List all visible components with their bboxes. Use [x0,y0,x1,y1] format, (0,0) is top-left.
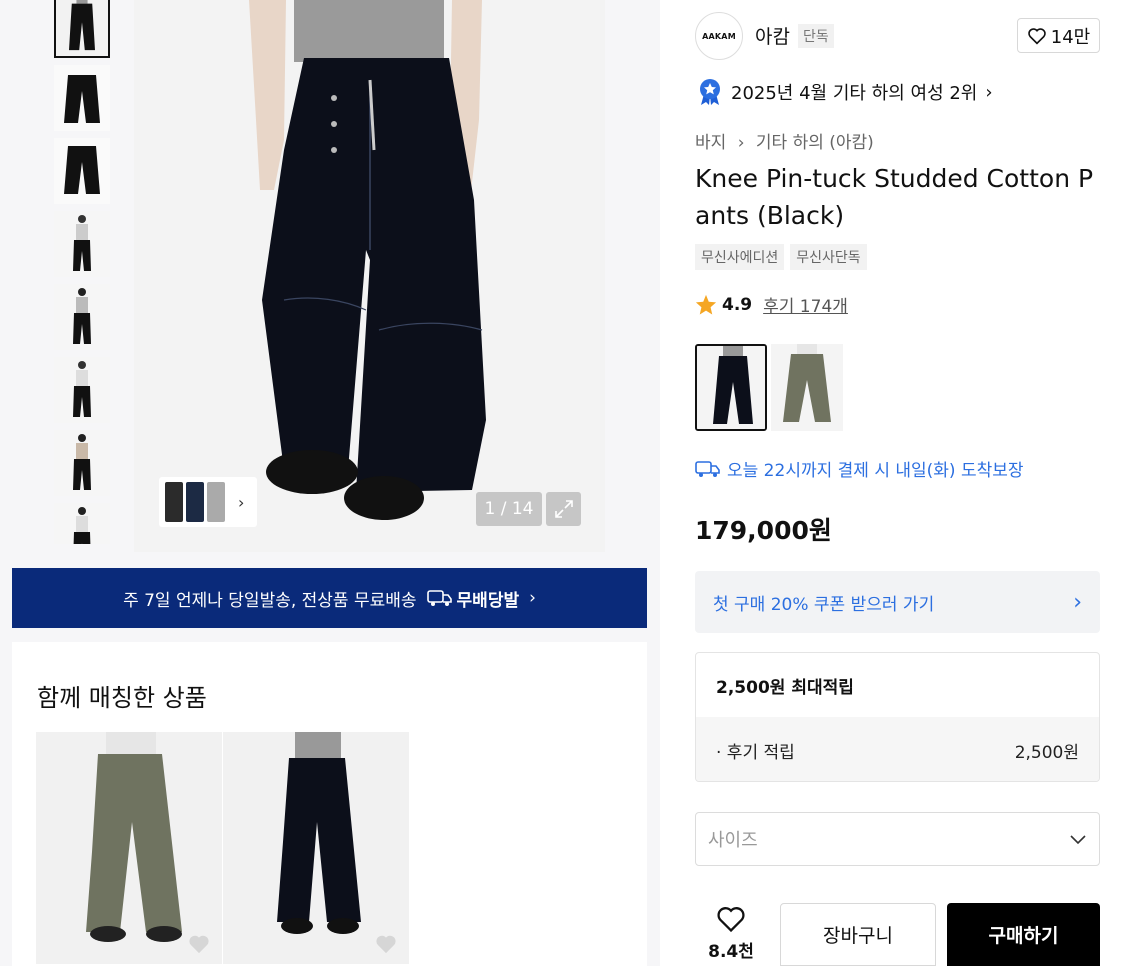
buy-now-button[interactable]: 구매하기 [947,903,1100,966]
heart-icon[interactable] [375,934,397,954]
ribbon-badge-icon [700,79,720,105]
brand-logo[interactable]: AAKAM [695,12,743,60]
product-title: Knee Pin-tuck Studded Cotton Pants (Blac… [695,164,1094,230]
thumbnail-5[interactable] [54,284,110,350]
size-placeholder: 사이즈 [708,830,758,851]
product-tag: 무신사단독 [790,244,867,270]
mini-thumb-1[interactable] [165,482,183,522]
thumbnail-rail[interactable] [54,0,110,544]
thumbnail-8[interactable] [54,503,110,544]
image-counter: 1 / 14 [476,492,542,526]
brand-exclusive-tag: 단독 [798,24,834,48]
add-to-cart-button[interactable]: 장바구니 [780,903,936,966]
mini-thumb-2[interactable] [186,482,204,522]
heart-outline-icon [717,907,745,933]
rating-score: 4.9 [722,294,753,315]
banner-chevron-icon: › [529,588,536,608]
banner-brand: 무배당발 [426,586,520,611]
matched-product-card-2[interactable] [223,732,409,964]
star-icon [695,294,717,315]
brand-logo-text: AAKAM [702,31,736,41]
delivery-guarantee[interactable]: 오늘 22시까지 결제 시 내일(화) 도착보장 [695,456,1024,481]
chevron-right-icon: › [1073,589,1082,615]
image-strip-preview[interactable]: › [159,477,257,527]
ranking-chevron-icon: › [985,81,993,103]
breadcrumb-separator: › [737,133,745,153]
product-rating: 4.9 후기 174개 [695,292,848,317]
review-count-link[interactable]: 후기 174개 [763,292,848,317]
shipping-banner[interactable]: 주 7일 언제나 당일발송, 전상품 무료배송 무배당발 › [12,568,647,628]
wishlist-button[interactable]: 8.4천 [700,905,762,962]
heart-outline-icon [1027,27,1046,45]
breadcrumb-subcategory[interactable]: 기타 하의 (아캄) [756,133,874,153]
product-tag: 무신사에디션 [695,244,785,270]
banner-brand-label: 무배당발 [456,590,520,611]
chevron-down-icon [1070,835,1086,845]
breadcrumb-category[interactable]: 바지 [695,133,726,153]
thumbnail-7[interactable] [54,430,110,496]
delivery-truck-icon [695,460,720,477]
mini-thumb-3[interactable] [207,482,225,522]
size-select[interactable]: 사이즈 [695,812,1100,866]
product-price: 179,000원 [695,516,832,545]
thumbnail-4[interactable] [54,211,110,277]
thumbnail-3[interactable] [54,138,110,204]
coupon-label: 첫 구매 20% 쿠폰 받으러 가기 [713,594,935,615]
review-points-label: · 후기 적립 [716,742,795,763]
points-box: 2,500원 최대적립 · 후기 적립 2,500원 [695,652,1100,782]
max-points: 2,500원 최대적립 [716,677,854,698]
thumbnail-1[interactable] [54,0,110,58]
review-points-row: · 후기 적립 2,500원 [696,717,1099,781]
chevron-right-icon[interactable]: › [238,493,244,512]
review-points-value: 2,500원 [1014,742,1079,763]
ranking-text: 2025년 4월 기타 하의 여성 2위 [731,83,978,104]
thumbnail-6[interactable] [54,357,110,423]
color-option-khaki[interactable] [771,344,843,431]
delivery-truck-icon [426,590,452,606]
ranking-link[interactable]: 2025년 4월 기타 하의 여성 2위 › [697,78,993,106]
banner-text: 주 7일 언제나 당일발송, 전상품 무료배송 [123,590,417,611]
matched-title: 함께 매칭한 상품 [37,684,207,712]
heart-icon[interactable] [188,934,210,954]
brand-like-button[interactable]: 14만 [1017,18,1100,53]
wishlist-count: 8.4천 [708,942,754,962]
matched-product-card-1[interactable] [36,732,222,964]
product-tags: 무신사에디션 무신사단독 [695,244,867,270]
first-purchase-coupon-button[interactable]: 첫 구매 20% 쿠폰 받으러 가기 › [695,571,1100,633]
thumbnail-2[interactable] [54,65,110,131]
delivery-text: 오늘 22시까지 결제 시 내일(화) 도착보장 [727,461,1024,481]
expand-icon[interactable] [546,492,581,526]
brand-name[interactable]: 아캄 [755,22,790,49]
like-count: 14만 [1050,26,1091,48]
matched-products-section: 함께 매칭한 상품 [12,642,647,966]
breadcrumb: 바지 › 기타 하의 (아캄) [695,128,874,153]
color-option-black[interactable] [695,344,767,431]
main-product-image[interactable] [134,0,605,552]
